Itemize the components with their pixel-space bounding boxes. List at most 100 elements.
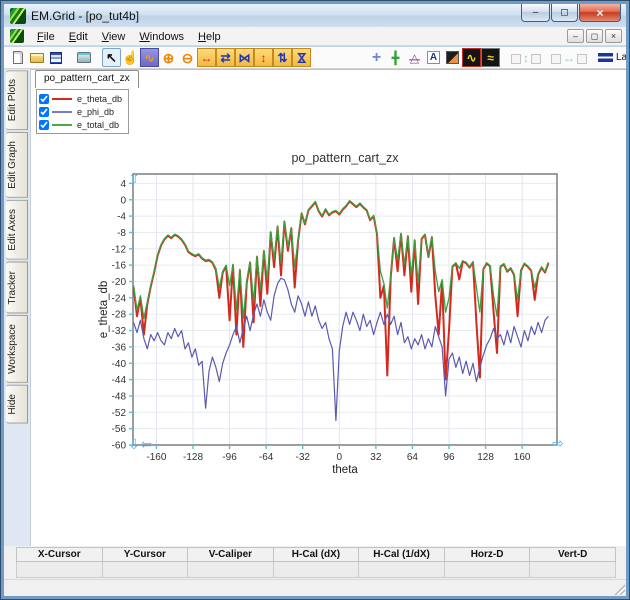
cursor-col-header: H-Cal (dX) — [273, 548, 359, 562]
layout-button[interactable]: Layout — [595, 48, 626, 67]
select-pointer-button[interactable]: ↖ — [102, 48, 121, 67]
svg-text:64: 64 — [407, 452, 419, 463]
sidebar-tab-edit-plots[interactable]: Edit Plots — [6, 70, 28, 130]
sidebar-tab-tracker[interactable]: Tracker — [6, 262, 28, 314]
save-file-icon — [50, 52, 62, 64]
svg-text:-32: -32 — [112, 326, 127, 337]
titlebar[interactable]: EM.Grid - [po_tut4b] – ◻ × — [4, 4, 626, 27]
text-tool-icon: A — [427, 51, 440, 64]
expand-horizontal-button[interactable]: ↔ — [197, 48, 216, 67]
cursor-col-value — [359, 562, 445, 578]
cursor-col-value — [188, 562, 274, 578]
zoom-out-button[interactable]: ⊖ — [178, 48, 197, 67]
arrows-out-horizontal-button[interactable]: ⇄ — [216, 48, 235, 67]
plot-view-1-button[interactable]: ∿ — [462, 48, 481, 67]
pan-hand-icon: ☝ — [122, 51, 138, 64]
svg-text:-96: -96 — [222, 452, 237, 463]
triangle-tool-icon: △ — [409, 52, 420, 64]
chart-ticks: -160-128-96-64-32032649612816040-4-8-12-… — [112, 179, 531, 463]
align-horizontal-button[interactable]: ↔ — [552, 48, 586, 67]
svg-text:32: 32 — [370, 452, 382, 463]
new-file-button[interactable] — [8, 48, 27, 67]
new-file-icon — [13, 51, 23, 64]
maximize-button[interactable]: ◻ — [551, 4, 578, 22]
mdi-minimize-button[interactable]: – — [567, 29, 584, 43]
layout-icon — [598, 53, 613, 62]
menu-edit[interactable]: Edit — [62, 29, 95, 45]
split-horizontal-button[interactable] — [339, 48, 358, 67]
triangle-tool-button[interactable]: △ — [405, 48, 424, 67]
legend-label: e_total_db — [77, 120, 119, 130]
chart-title: po_pattern_cart_zx — [291, 151, 399, 165]
arrows-in-horizontal-icon: ⋈ — [239, 52, 251, 64]
menu-file[interactable]: File — [30, 29, 62, 45]
series-e_phi_db — [134, 278, 549, 420]
arrows-out-horizontal-icon: ⇄ — [220, 52, 230, 64]
zoom-in-button[interactable]: ⊕ — [159, 48, 178, 67]
cursor-col-header: Horz-D — [444, 548, 530, 562]
open-file-button[interactable] — [27, 48, 46, 67]
mdi-close-button[interactable]: × — [605, 29, 622, 43]
app-icon — [10, 8, 26, 24]
close-button[interactable]: × — [579, 4, 621, 22]
save-file-button[interactable] — [46, 48, 65, 67]
zoom-out-icon: ⊖ — [182, 51, 194, 65]
pan-down-arrow[interactable]: ⇩ — [128, 437, 140, 453]
app-window: EM.Grid - [po_tut4b] – ◻ × FileEditViewW… — [0, 0, 630, 600]
menu-view[interactable]: View — [95, 29, 133, 45]
axes-marker-icon: ╋ — [392, 52, 399, 64]
zoom-in-icon: ⊕ — [163, 51, 175, 65]
menu-windows[interactable]: Windows — [132, 29, 191, 45]
expand-vertical-button[interactable]: ↕ — [254, 48, 273, 67]
arrows-in-horizontal-button[interactable]: ⋈ — [235, 48, 254, 67]
style-swatch-button[interactable] — [443, 48, 462, 67]
arrows-out-vertical-button[interactable]: ⇅ — [273, 48, 292, 67]
legend-label: e_phi_db — [77, 107, 114, 117]
legend-item: e_total_db — [39, 118, 122, 131]
resize-grip[interactable] — [612, 582, 625, 595]
minimize-button[interactable]: – — [521, 4, 550, 22]
pan-up-arrow[interactable]: ⇧ — [128, 171, 140, 187]
window-title: EM.Grid - [po_tut4b] — [31, 9, 139, 23]
svg-text:-24: -24 — [112, 293, 127, 304]
align-vertical-button[interactable]: ↕ — [509, 48, 543, 67]
align-vertical-icon: ↕ — [523, 52, 529, 64]
menu-help[interactable]: Help — [191, 29, 228, 45]
crosshair-button[interactable]: + — [367, 48, 386, 67]
chart-series — [134, 201, 549, 421]
axes-marker-button[interactable]: ╋ — [386, 48, 405, 67]
pan-hand-button[interactable]: ☝ — [121, 48, 140, 67]
zoom-region-button[interactable]: ∿ — [140, 48, 159, 67]
svg-text:-8: -8 — [117, 228, 126, 239]
legend-checkbox-e_phi_db[interactable] — [39, 107, 49, 117]
sidebar-tab-hide[interactable]: Hide — [6, 385, 28, 424]
mdi-restore-button[interactable]: ◻ — [586, 29, 603, 43]
legend-item: e_theta_db — [39, 92, 122, 105]
sidebar-tab-edit-graph[interactable]: Edit Graph — [6, 132, 28, 198]
svg-text:-56: -56 — [112, 424, 127, 435]
svg-text:-60: -60 — [112, 441, 127, 452]
document-tab[interactable]: po_pattern_cart_zx — [35, 70, 139, 88]
plot-view-1-icon: ∿ — [466, 52, 476, 64]
plot-view-2-button[interactable]: ≈ — [481, 48, 500, 67]
cursor-col-value — [273, 562, 359, 578]
chart[interactable]: -160-128-96-64-32032649612816040-4-8-12-… — [31, 70, 627, 546]
svg-text:-20: -20 — [112, 277, 127, 288]
print-button[interactable] — [74, 48, 93, 67]
series-e_total_db — [134, 201, 549, 319]
legend-checkbox-e_theta_db[interactable] — [39, 94, 49, 104]
x-axis-label: theta — [332, 464, 358, 476]
svg-text:-4: -4 — [117, 212, 126, 223]
arrows-in-vertical-button[interactable]: ⋈ — [292, 48, 311, 67]
pan-left-arrow[interactable]: ⇦ — [140, 437, 152, 453]
pan-right-arrow[interactable]: ⇨ — [552, 436, 564, 452]
svg-text:-52: -52 — [112, 408, 127, 419]
legend-checkbox-e_total_db[interactable] — [39, 120, 49, 130]
expand-vertical-icon: ↕ — [261, 52, 267, 64]
sidebar-tab-edit-axes[interactable]: Edit Axes — [6, 200, 28, 260]
sidebar-tab-workspace[interactable]: Workspace — [6, 315, 28, 383]
split-vertical-button[interactable] — [320, 48, 339, 67]
zoom-region-icon: ∿ — [144, 52, 154, 64]
cursor-readout-strip: X-CursorY-CursorV-CaliperH-Cal (dX)H-Cal… — [4, 546, 626, 581]
text-tool-button[interactable]: A — [424, 48, 443, 67]
